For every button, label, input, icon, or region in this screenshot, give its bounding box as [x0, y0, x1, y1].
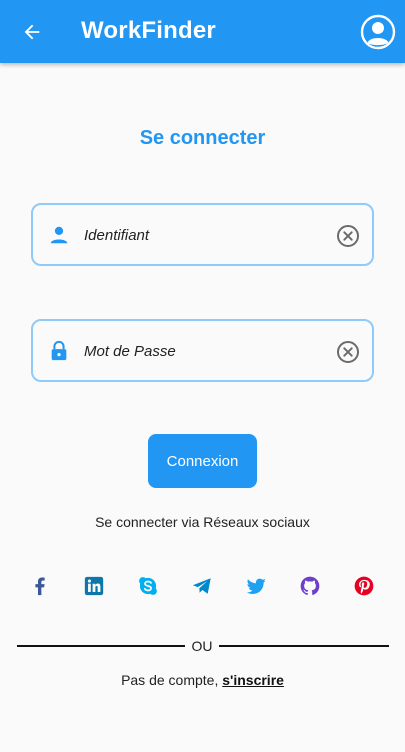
signup-link[interactable]: s'inscrire — [222, 672, 284, 688]
username-input[interactable] — [84, 225, 314, 245]
username-field[interactable] — [31, 203, 374, 266]
signup-prompt-text: Pas de compte, — [121, 672, 223, 688]
skype-icon[interactable] — [137, 575, 159, 597]
divider-line-left — [17, 645, 185, 647]
page-title: Se connecter — [139, 127, 266, 149]
arrow-left-icon — [24, 24, 40, 40]
person-icon — [50, 226, 68, 244]
telegram-icon[interactable] — [191, 575, 213, 597]
profile-button[interactable] — [360, 14, 396, 50]
signup-prompt: Pas de compte, s'inscrire — [0, 672, 405, 688]
password-field[interactable] — [31, 319, 374, 382]
twitter-icon[interactable] — [245, 575, 267, 597]
connexion-button[interactable]: Connexion — [148, 434, 257, 488]
facebook-icon[interactable] — [29, 575, 51, 597]
clear-circle-icon[interactable] — [336, 340, 360, 364]
divider-label: OU — [191, 638, 213, 654]
pinterest-icon[interactable] — [353, 575, 375, 597]
account-circle-icon — [360, 14, 396, 50]
linkedin-icon[interactable] — [83, 575, 105, 597]
lock-icon — [51, 340, 67, 361]
social-login-caption: Se connecter via Réseaux sociaux — [95, 514, 310, 530]
app-title: WorkFinder — [81, 17, 216, 44]
github-icon[interactable] — [299, 575, 321, 597]
divider-line-right — [219, 645, 389, 647]
clear-circle-icon[interactable] — [336, 224, 360, 248]
app-bar: WorkFinder — [0, 0, 405, 63]
password-input[interactable] — [84, 341, 314, 361]
back-button[interactable] — [18, 18, 46, 46]
